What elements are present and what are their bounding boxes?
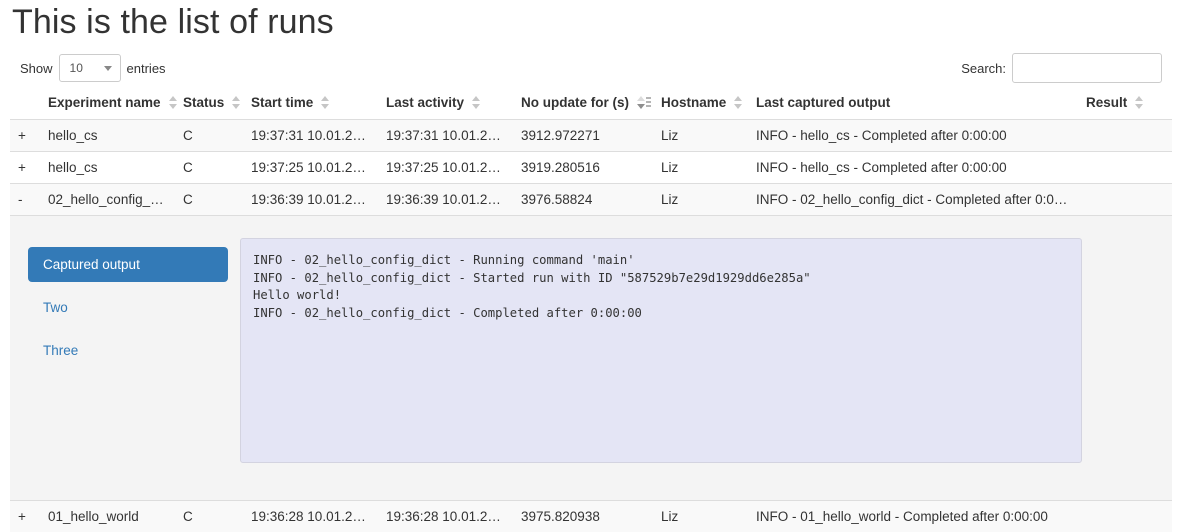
table-controls: Show 10 entries Search: xyxy=(10,49,1172,89)
cell-no-update-for: 3912.972271 xyxy=(513,119,653,152)
cell-last-activity: 19:36:39 10.01.2017 xyxy=(378,183,513,216)
runs-table-head: Experiment name Status Start time Last a… xyxy=(10,89,1172,121)
cell-hostname: Liz xyxy=(653,119,748,152)
cell-experiment-name: 01_hello_world xyxy=(40,500,175,532)
cell-start-time: 19:36:39 10.01.2017 xyxy=(243,183,378,216)
detail-tab-list: Captured output Two Three xyxy=(28,238,228,466)
cell-no-update-for: 3976.58824 xyxy=(513,183,653,216)
cell-last-captured-output: INFO - 02_hello_config_dict - Completed … xyxy=(748,183,1078,216)
page-title: This is the list of runs xyxy=(12,3,334,41)
column-label-start-time: Start time xyxy=(251,95,314,111)
search-input[interactable] xyxy=(1012,53,1162,84)
column-header-toggle xyxy=(10,89,40,121)
column-label-hostname: Hostname xyxy=(661,95,727,111)
runs-table: Experiment name Status Start time Last a… xyxy=(10,89,1172,532)
expanded-detail-row: Captured output Two Three INFO - 02_hell… xyxy=(10,215,1172,501)
cell-status: C xyxy=(175,183,243,216)
cell-last-activity: 19:37:31 10.01.2017 xyxy=(378,119,513,152)
table-header-row: Experiment name Status Start time Last a… xyxy=(10,89,1172,121)
table-row[interactable]: + 01_hello_world C 19:36:28 10.01.2017 1… xyxy=(10,500,1172,532)
sort-icon[interactable] xyxy=(472,96,483,110)
cell-experiment-name: hello_cs xyxy=(40,151,175,184)
cell-status: C xyxy=(175,151,243,184)
column-header-result[interactable]: Result xyxy=(1078,89,1172,121)
sort-icon[interactable] xyxy=(734,96,745,110)
cell-last-activity: 19:37:25 10.01.2017 xyxy=(378,151,513,184)
sort-icon[interactable] xyxy=(232,96,243,110)
tab-captured-output[interactable]: Captured output xyxy=(28,247,228,283)
entries-label: entries xyxy=(126,60,166,76)
runs-table-body: + hello_cs C 19:37:31 10.01.2017 19:37:3… xyxy=(10,119,1172,532)
cell-start-time: 19:36:28 10.01.2017 xyxy=(243,500,378,532)
cell-last-captured-output: INFO - 01_hello_world - Completed after … xyxy=(748,500,1078,532)
detail-tab-content: INFO - 02_hello_config_dict - Running co… xyxy=(228,238,1154,466)
column-header-start-time[interactable]: Start time xyxy=(243,89,378,121)
cell-start-time: 19:37:31 10.01.2017 xyxy=(243,119,378,152)
cell-hostname: Liz xyxy=(653,500,748,532)
column-label-last-captured-output: Last captured output xyxy=(756,95,891,111)
table-row[interactable]: - 02_hello_config_dict C 19:36:39 10.01.… xyxy=(10,183,1172,216)
cell-experiment-name: 02_hello_config_dict xyxy=(40,183,175,216)
table-row[interactable]: + hello_cs C 19:37:25 10.01.2017 19:37:2… xyxy=(10,151,1172,184)
cell-experiment-name: hello_cs xyxy=(40,119,175,152)
cell-result xyxy=(1078,119,1172,152)
search-control: Search: xyxy=(961,53,1162,84)
cell-result xyxy=(1078,500,1172,532)
column-label-experiment-name: Experiment name xyxy=(48,95,161,111)
row-expand-toggle[interactable]: + xyxy=(10,151,40,184)
column-header-no-update-for[interactable]: No update for (s) xyxy=(513,89,653,121)
page-length-control: Show 10 entries xyxy=(20,54,172,83)
cell-status: C xyxy=(175,500,243,532)
cell-last-captured-output: INFO - hello_cs - Completed after 0:00:0… xyxy=(748,119,1078,152)
column-header-last-captured-output[interactable]: Last captured output xyxy=(748,89,1078,121)
detail-cell: Captured output Two Three INFO - 02_hell… xyxy=(10,215,1172,501)
row-expand-toggle[interactable]: + xyxy=(10,119,40,152)
cell-no-update-for: 3919.280516 xyxy=(513,151,653,184)
runs-page: This is the list of runs Show 10 entries… xyxy=(0,0,1182,532)
detail-panel: Captured output Two Three INFO - 02_hell… xyxy=(18,224,1164,492)
cell-hostname: Liz xyxy=(653,151,748,184)
cell-result xyxy=(1078,183,1172,216)
column-header-last-activity[interactable]: Last activity xyxy=(378,89,513,121)
cell-last-activity: 19:36:28 10.01.2017 xyxy=(378,500,513,532)
column-label-last-activity: Last activity xyxy=(386,95,465,111)
captured-output-text: INFO - 02_hello_config_dict - Running co… xyxy=(240,238,1082,464)
column-header-experiment-name[interactable]: Experiment name xyxy=(40,89,177,121)
cell-no-update-for: 3975.820938 xyxy=(513,500,653,532)
column-header-hostname[interactable]: Hostname xyxy=(653,89,748,121)
column-label-status: Status xyxy=(183,95,225,111)
column-label-no-update-for: No update for (s) xyxy=(521,95,629,111)
chevron-down-icon xyxy=(103,66,112,72)
cell-start-time: 19:37:25 10.01.2017 xyxy=(243,151,378,184)
sort-icon[interactable] xyxy=(321,96,332,110)
tab-three[interactable]: Three xyxy=(28,333,228,368)
page-length-value: 10 xyxy=(69,61,83,76)
column-header-status[interactable]: Status xyxy=(175,89,243,121)
sort-icon[interactable] xyxy=(1135,96,1146,110)
cell-status: C xyxy=(175,119,243,152)
table-row[interactable]: + hello_cs C 19:37:31 10.01.2017 19:37:3… xyxy=(10,119,1172,152)
row-expand-toggle[interactable]: + xyxy=(10,500,40,532)
row-collapse-toggle[interactable]: - xyxy=(10,183,40,216)
cell-hostname: Liz xyxy=(653,183,748,216)
column-label-result: Result xyxy=(1086,95,1128,111)
show-label: Show xyxy=(20,60,53,76)
tab-two[interactable]: Two xyxy=(28,290,228,325)
cell-result xyxy=(1078,151,1172,184)
search-label: Search: xyxy=(961,60,1006,76)
sort-desc-icon[interactable] xyxy=(637,96,651,110)
cell-last-captured-output: INFO - hello_cs - Completed after 0:00:0… xyxy=(748,151,1078,184)
page-length-select[interactable]: 10 xyxy=(58,54,121,83)
